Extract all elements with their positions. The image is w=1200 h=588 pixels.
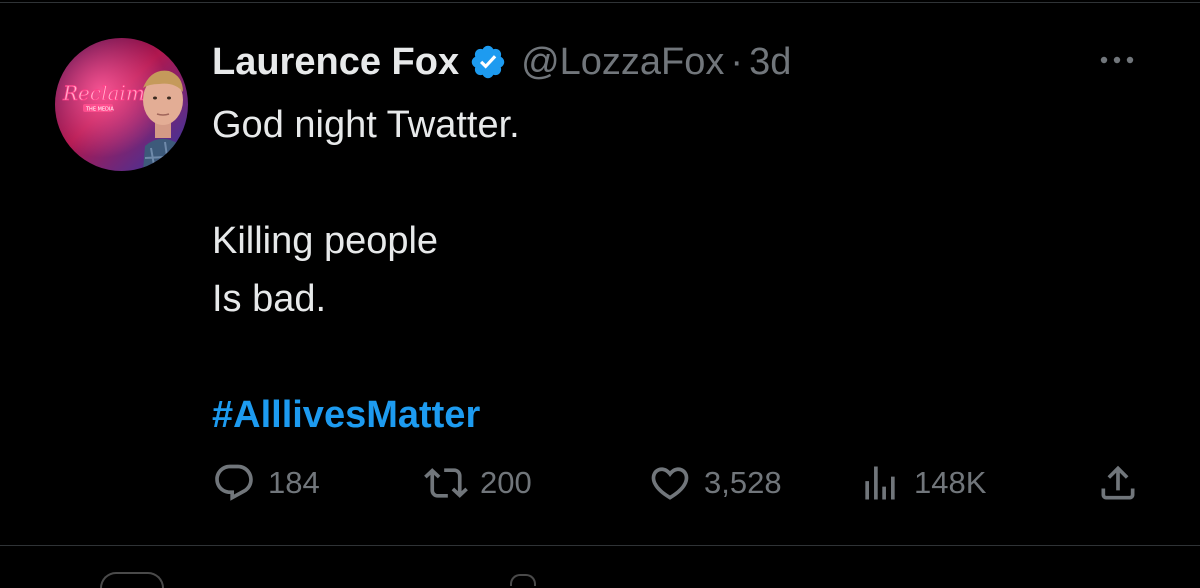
avatar[interactable]: Reclaim THE MEDIA	[55, 38, 188, 171]
more-icon[interactable]	[1096, 50, 1140, 70]
like-count: 3,528	[704, 465, 782, 500]
avatar-sign-text: Reclaim	[62, 81, 145, 105]
tweet-text: God night Twatter. Killing people Is bad…	[212, 96, 1112, 444]
reply-button[interactable]: 184	[212, 458, 320, 508]
reply-icon	[212, 461, 256, 505]
hashtag-link[interactable]: #AlllivesMatter	[212, 386, 1112, 444]
repost-button[interactable]: 200	[424, 458, 532, 508]
tweet-line: Killing people	[212, 220, 439, 262]
like-button[interactable]: 3,528	[648, 458, 782, 508]
view-count: 148K	[914, 465, 987, 500]
next-tweet-avatar-edge	[100, 572, 164, 588]
tweet-line: Is bad.	[212, 278, 327, 320]
verified-badge-icon	[469, 43, 507, 81]
tweet-line: God night Twatter.	[212, 104, 520, 146]
share-icon	[1096, 461, 1140, 505]
heart-icon	[648, 461, 692, 505]
share-button[interactable]	[1096, 458, 1140, 508]
views-button[interactable]: 148K	[858, 458, 986, 508]
bottom-divider	[0, 545, 1200, 546]
repost-count: 200	[480, 465, 532, 500]
action-bar: 184 200 3,528 148K	[212, 458, 1152, 508]
repost-icon	[424, 461, 468, 505]
avatar-sign-subtext: THE MEDIA	[85, 107, 114, 113]
reply-count: 184	[268, 465, 320, 500]
author-name[interactable]: Laurence Fox	[212, 41, 459, 84]
next-tweet-icon-edge	[510, 574, 536, 586]
timestamp[interactable]: 3d	[749, 41, 791, 84]
separator-dot: ·	[730, 40, 744, 83]
author-handle[interactable]: @LozzaFox	[521, 41, 724, 84]
top-divider	[0, 2, 1200, 3]
views-icon	[858, 461, 902, 505]
tweet-header: Laurence Fox @LozzaFox · 3d	[212, 38, 791, 86]
